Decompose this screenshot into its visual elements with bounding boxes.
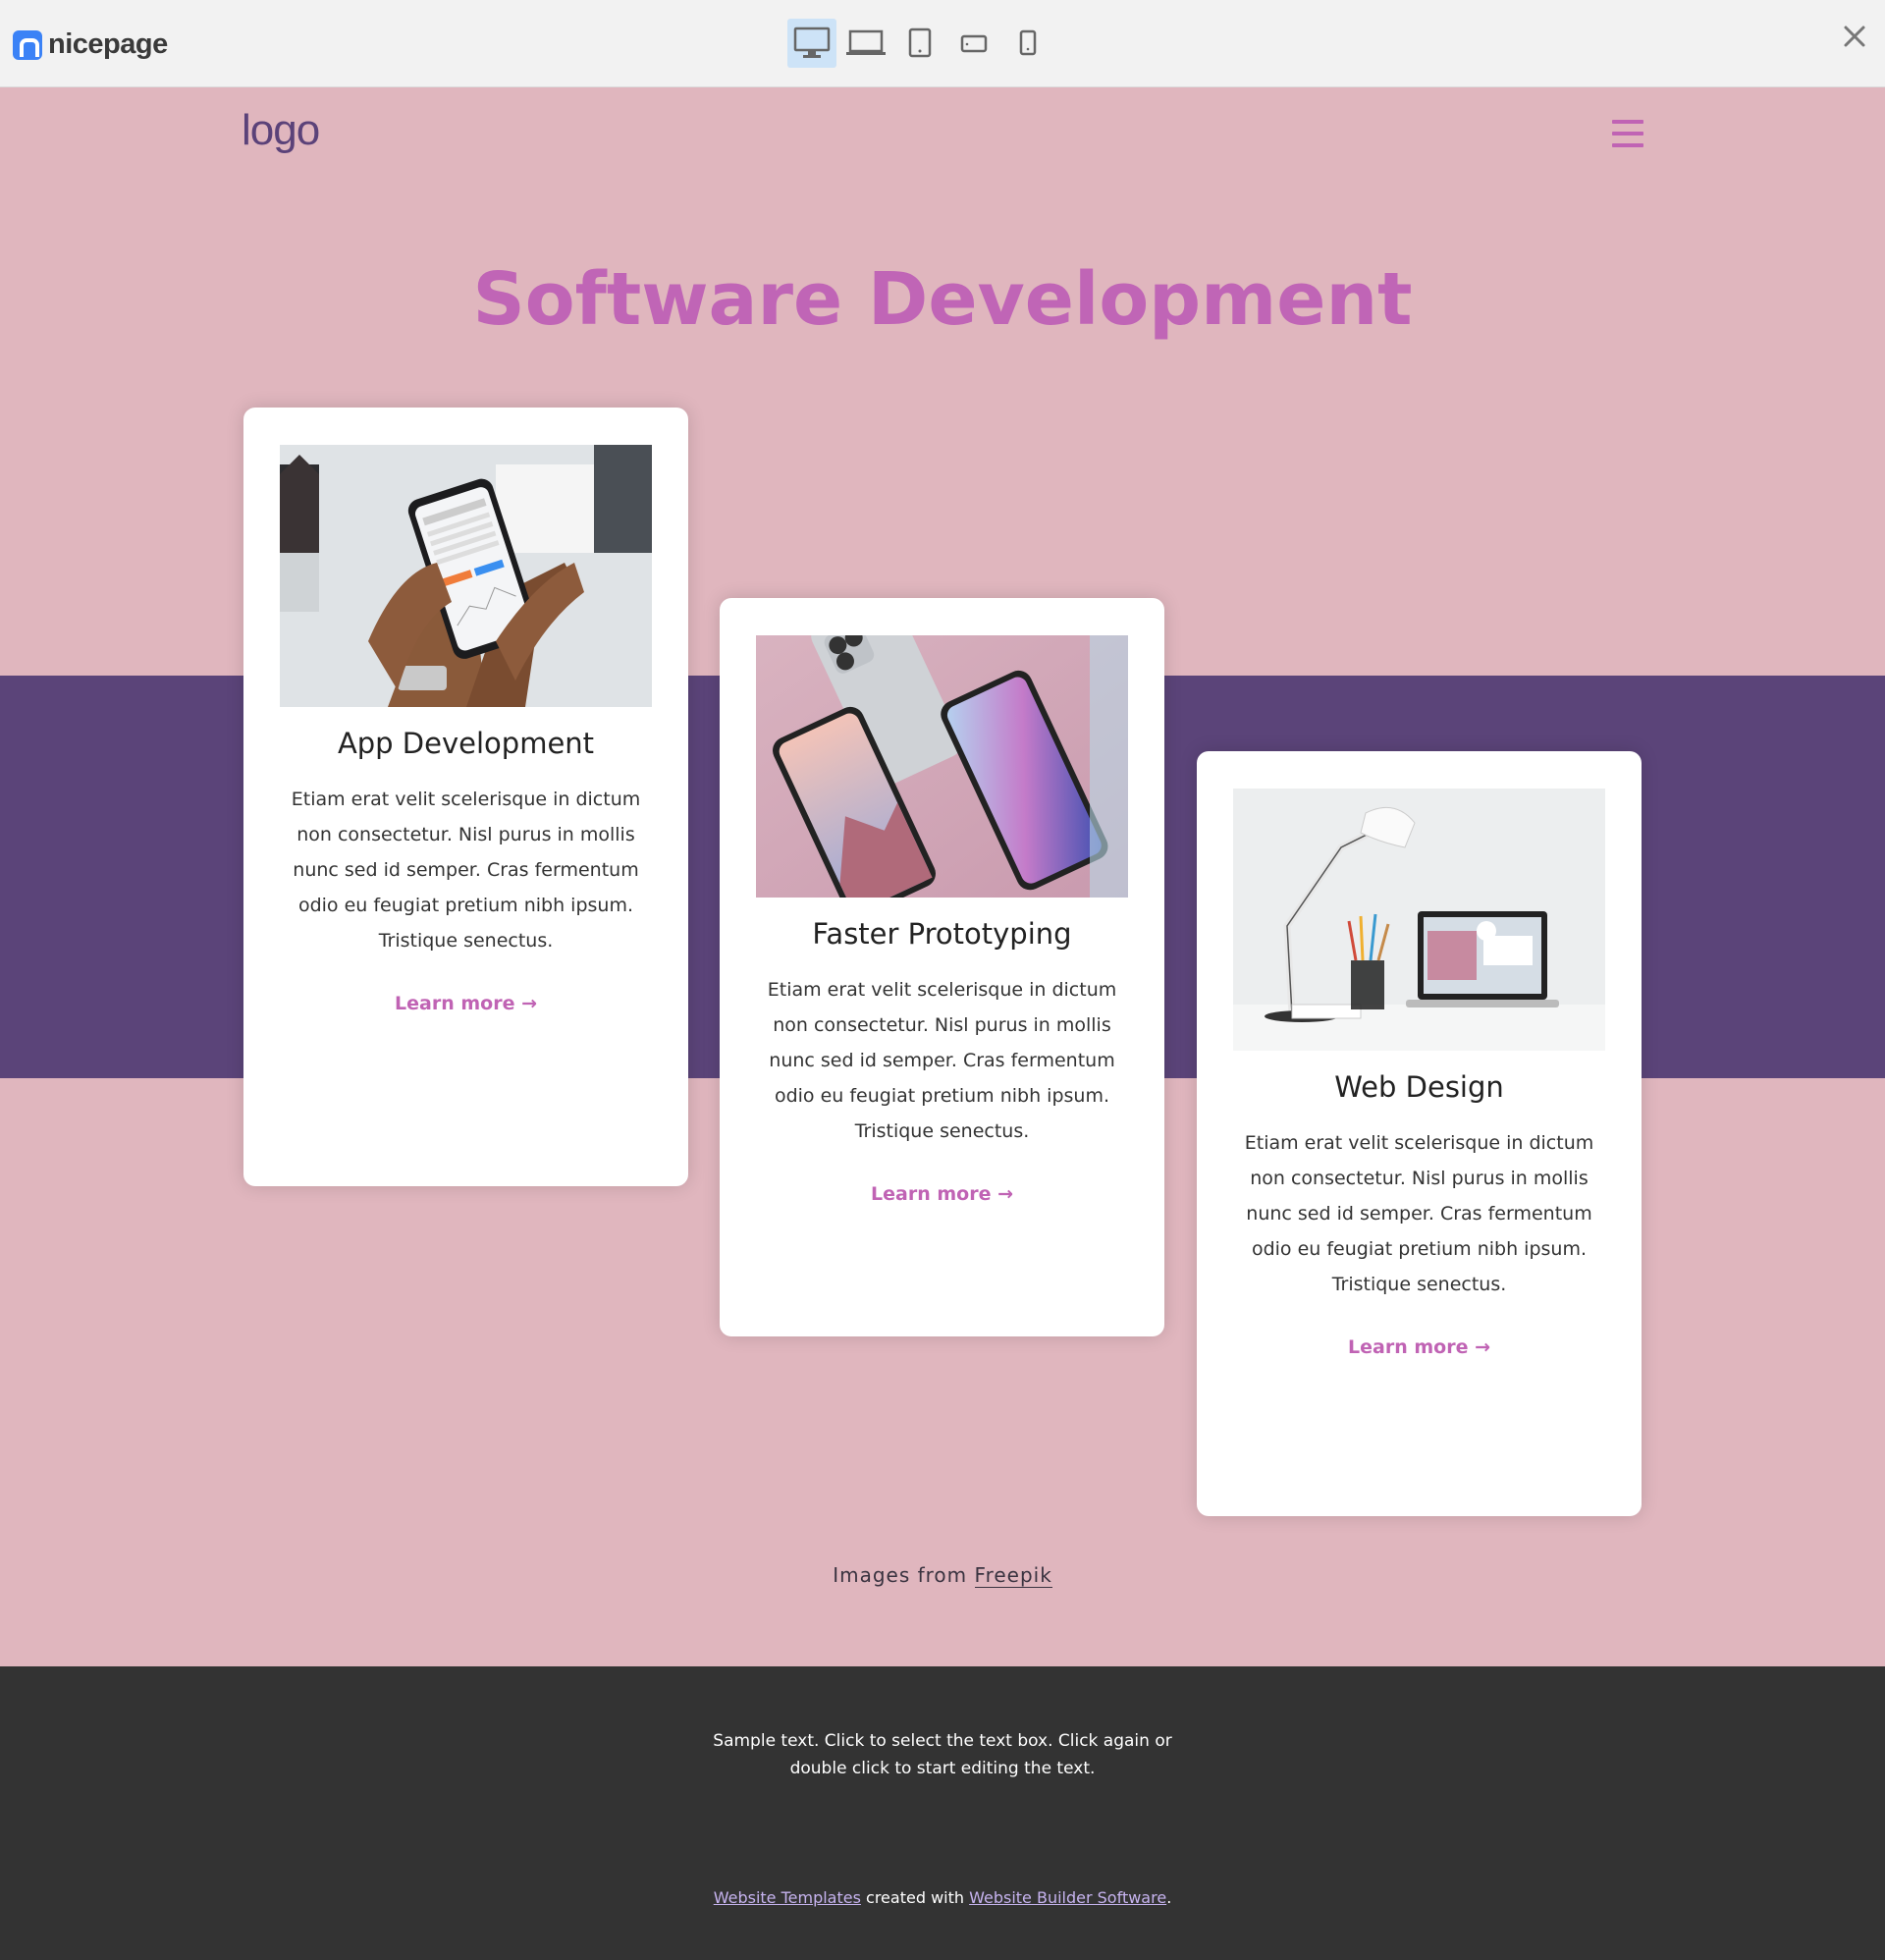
card-text: Etiam erat velit scelerisque in dictum n… — [291, 789, 641, 952]
device-switcher — [787, 19, 1057, 68]
website-templates-link[interactable]: Website Templates — [714, 1888, 861, 1907]
nicepage-logo-icon — [13, 29, 42, 60]
footer-credit-suffix: . — [1166, 1888, 1172, 1907]
card-web-design: Web Design Etiam erat velit scelerisque … — [1197, 751, 1642, 1516]
card-faster-prototyping: Faster Prototyping Etiam erat velit scel… — [720, 598, 1164, 1336]
tablet-icon — [908, 27, 932, 58]
nicepage-brand: nicepage — [48, 28, 168, 60]
card-text: Etiam erat velit scelerisque in dictum n… — [1244, 1132, 1594, 1295]
laptop-icon — [846, 29, 886, 55]
card-image-iphones — [756, 635, 1128, 898]
learn-more-link[interactable]: Learn more → — [243, 993, 688, 1014]
images-credit: Images from Freepik — [0, 1563, 1885, 1588]
credit-prefix: Images from — [833, 1563, 968, 1587]
learn-more-link[interactable]: Learn more → — [720, 1183, 1164, 1205]
page-title: Software Development — [472, 257, 1413, 342]
footer: Sample text. Click to select the text bo… — [0, 1666, 1885, 1960]
card-image-desk-laptop — [1233, 789, 1605, 1051]
hamburger-menu-icon[interactable] — [1612, 120, 1643, 149]
card-title: Web Design — [1334, 1070, 1504, 1104]
phone-view-button[interactable] — [1003, 19, 1052, 68]
close-icon — [1844, 26, 1865, 47]
freepik-link[interactable]: Freepik — [974, 1563, 1052, 1588]
card-app-development: App Development Etiam erat velit sceleri… — [243, 408, 688, 1186]
card-title: Faster Prototyping — [812, 917, 1072, 951]
learn-more-link[interactable]: Learn more → — [1197, 1336, 1642, 1358]
phone-landscape-view-button[interactable] — [949, 19, 998, 68]
footer-credit: Website Templates created with Website B… — [0, 1888, 1885, 1907]
phone-landscape-icon — [960, 34, 988, 53]
nicepage-logo[interactable]: nicepage — [13, 28, 168, 61]
website-builder-link[interactable]: Website Builder Software — [969, 1888, 1166, 1907]
card-image-phone-in-hands — [280, 445, 652, 707]
phone-icon — [1019, 29, 1037, 56]
laptop-view-button[interactable] — [841, 19, 890, 68]
footer-credit-middle: created with — [866, 1888, 965, 1907]
site-logo[interactable]: logo — [242, 106, 320, 155]
desktop-view-button[interactable] — [787, 19, 836, 68]
card-title: App Development — [337, 727, 595, 760]
close-preview-button[interactable] — [1838, 20, 1871, 53]
tablet-view-button[interactable] — [895, 19, 944, 68]
footer-sample-text: Sample text. Click to select the text bo… — [713, 1731, 1172, 1778]
card-text: Etiam erat velit scelerisque in dictum n… — [767, 979, 1117, 1142]
preview-toolbar: nicepage — [0, 0, 1885, 87]
desktop-icon — [793, 27, 831, 58]
